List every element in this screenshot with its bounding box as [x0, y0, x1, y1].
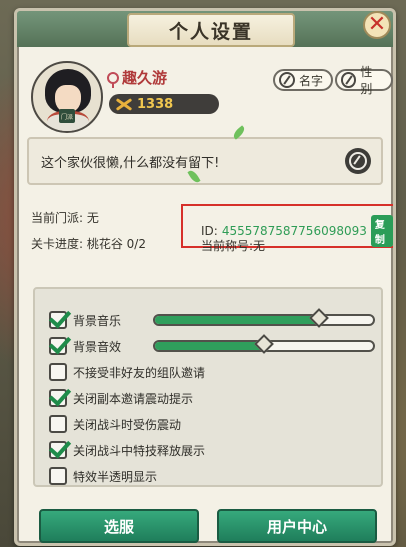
slider-thumb[interactable]: [254, 334, 274, 354]
setting-row-effect-transparency[interactable]: 特效半透明显示: [49, 465, 158, 485]
settings-list[interactable]: 背景音乐 背景音效 不接受非好友的组队邀请 关闭副本邀请震动提示 关闭战斗时受伤…: [33, 287, 383, 487]
setting-row-skill-display[interactable]: 关闭战斗中特技释放展示: [49, 439, 205, 461]
gender-label: 性别: [360, 65, 373, 96]
rename-label: 名字: [299, 73, 324, 88]
setting-row-hit-vibrate[interactable]: 关闭战斗时受伤震动: [49, 413, 181, 435]
signature-box: 这个家伙很懒,什么都没有留下!: [27, 137, 383, 185]
stage-progress-info: 关卡进度: 桃花谷 0/2: [31, 237, 146, 251]
avatar-badge-text: 门派: [60, 113, 73, 121]
checkbox[interactable]: [49, 389, 67, 407]
setting-label: 特效半透明显示: [73, 469, 158, 484]
combat-power-value: 1338: [137, 96, 174, 112]
setting-label: 背景音效: [73, 339, 122, 354]
checkbox[interactable]: [49, 415, 67, 433]
checkbox[interactable]: [49, 363, 67, 381]
close-icon[interactable]: ✕: [363, 11, 391, 39]
sfx-volume-slider[interactable]: [153, 334, 375, 354]
combat-power-pill: 1338: [109, 94, 219, 114]
gender-button[interactable]: 性别: [335, 65, 393, 96]
sect-info: 当前门派: 无: [31, 211, 99, 225]
avatar-badge: 门派: [59, 109, 75, 123]
setting-label: 关闭战斗中特技释放展示: [73, 443, 206, 458]
setting-label: 关闭战斗时受伤震动: [73, 417, 182, 432]
player-id-value: 4555787587756098093: [221, 224, 367, 238]
user-center-button[interactable]: 用户中心: [217, 509, 377, 543]
pen-icon: [279, 72, 295, 88]
switch-server-button[interactable]: 选服: [39, 509, 199, 543]
pen-icon: [341, 72, 357, 88]
slider-fill: [155, 316, 319, 324]
edit-signature-button[interactable]: [345, 148, 371, 174]
female-icon: [107, 71, 119, 88]
player-name: 趣久游: [122, 69, 168, 87]
setting-row-bgm[interactable]: 背景音乐: [49, 309, 121, 331]
checkbox[interactable]: [49, 311, 67, 329]
slider-fill: [155, 342, 264, 350]
setting-label: 关闭副本邀请震动提示: [73, 391, 194, 406]
checkbox[interactable]: [49, 337, 67, 355]
settings-panel: 个人设置 门派 趣久游 1338 名字 性别 这个家伙很懒,什么都没有留下! 当…: [14, 8, 396, 546]
checkbox[interactable]: [49, 467, 67, 485]
crossed-swords-icon: [115, 97, 133, 111]
pen-icon: [349, 152, 367, 170]
setting-label: 不接受非好友的组队邀请: [73, 365, 206, 380]
setting-label: 背景音乐: [73, 313, 122, 328]
setting-row-team-invite[interactable]: 不接受非好友的组队邀请: [49, 361, 205, 383]
setting-row-dungeon-vibrate[interactable]: 关闭副本邀请震动提示: [49, 387, 193, 409]
signature-text: 这个家伙很懒,什么都没有留下!: [41, 155, 220, 171]
panel-title: 个人设置: [168, 20, 253, 43]
current-title-info: 当前称号:无: [201, 239, 266, 253]
id-prefix: ID:: [201, 224, 218, 238]
copy-id-button[interactable]: 复制: [370, 215, 393, 247]
checkbox[interactable]: [49, 441, 67, 459]
bgm-volume-slider[interactable]: [153, 308, 375, 328]
name-row: 趣久游: [107, 67, 167, 88]
setting-row-sfx[interactable]: 背景音效: [49, 335, 121, 357]
slider-thumb[interactable]: [308, 308, 329, 328]
rename-button[interactable]: 名字: [273, 69, 334, 91]
title-scroll: 个人设置: [127, 13, 295, 47]
